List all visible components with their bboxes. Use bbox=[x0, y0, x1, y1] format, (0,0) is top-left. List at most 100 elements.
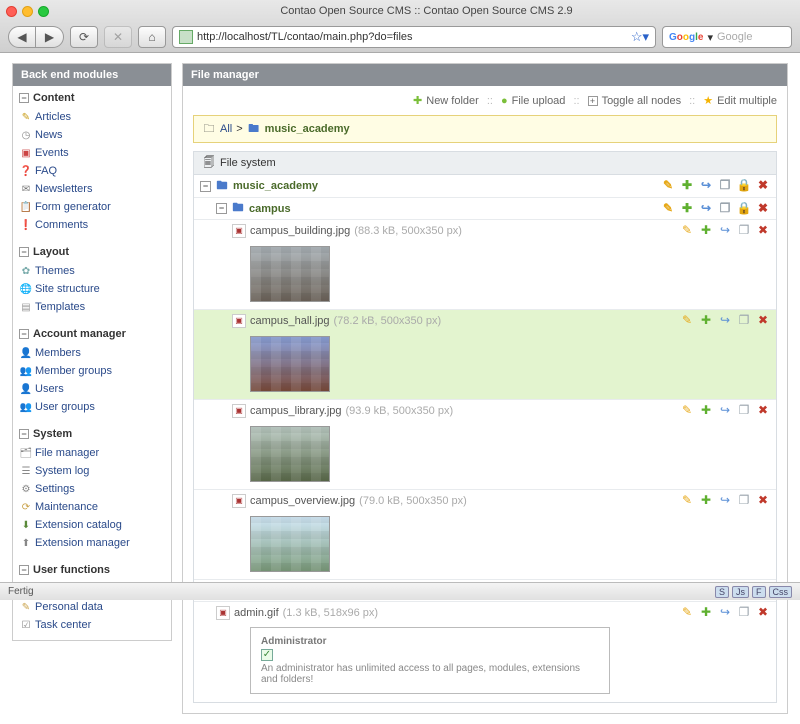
file-name[interactable]: campus_building.jpg bbox=[250, 225, 350, 237]
sidebar-item[interactable]: 📋Form generator bbox=[17, 198, 167, 216]
copy-icon[interactable]: ❐ bbox=[737, 223, 751, 237]
copy-icon[interactable]: ❐ bbox=[718, 178, 732, 192]
copy-icon[interactable]: ❐ bbox=[737, 313, 751, 327]
delete-icon[interactable]: ✖ bbox=[756, 493, 770, 507]
bookmark-icon[interactable]: ☆▾ bbox=[631, 29, 649, 45]
add-icon[interactable]: ✚ bbox=[699, 223, 713, 237]
sidebar-item[interactable]: ☑Task center bbox=[17, 616, 167, 634]
stop-button[interactable]: ✕ bbox=[104, 26, 132, 48]
delete-icon[interactable]: ✖ bbox=[756, 605, 770, 619]
sidebar-item[interactable]: ❗Comments bbox=[17, 216, 167, 234]
collapse-icon[interactable]: − bbox=[19, 93, 29, 103]
sidebar-item[interactable]: ✉Newsletters bbox=[17, 180, 167, 198]
file-name[interactable]: music_academy bbox=[233, 180, 318, 192]
edit-icon[interactable]: ✎ bbox=[661, 178, 675, 192]
move-icon[interactable]: ↪ bbox=[699, 201, 713, 215]
delete-icon[interactable]: ✖ bbox=[756, 403, 770, 417]
thumbnail[interactable] bbox=[250, 426, 330, 482]
sidebar-item[interactable]: ◷News bbox=[17, 126, 167, 144]
edit-icon[interactable]: ✎ bbox=[680, 403, 694, 417]
sidebar-item[interactable]: ✿Themes bbox=[17, 262, 167, 280]
sidebar-item[interactable]: ▤Templates bbox=[17, 298, 167, 316]
copy-icon[interactable]: ❐ bbox=[718, 201, 732, 215]
move-icon[interactable]: ↪ bbox=[699, 178, 713, 192]
toggle-icon[interactable]: − bbox=[216, 203, 227, 214]
collapse-icon[interactable]: − bbox=[19, 247, 29, 257]
copy-icon[interactable]: ❐ bbox=[737, 493, 751, 507]
move-icon[interactable]: ↪ bbox=[718, 313, 732, 327]
sidebar-group[interactable]: −Layout bbox=[13, 240, 171, 262]
sidebar-item[interactable]: 👤Members bbox=[17, 344, 167, 362]
sidebar-item[interactable]: ▣Events bbox=[17, 144, 167, 162]
close-icon[interactable] bbox=[6, 6, 17, 17]
edit-icon[interactable]: ✎ bbox=[680, 223, 694, 237]
sidebar-item[interactable]: 🗂File manager bbox=[17, 444, 167, 462]
copy-icon[interactable]: ❐ bbox=[737, 403, 751, 417]
add-icon[interactable]: ✚ bbox=[680, 201, 694, 215]
collapse-icon[interactable]: − bbox=[19, 565, 29, 575]
sidebar-group[interactable]: −System bbox=[13, 422, 171, 444]
edit-icon[interactable]: ✎ bbox=[680, 605, 694, 619]
sidebar-item[interactable]: 👥Member groups bbox=[17, 362, 167, 380]
action-new-folder[interactable]: ✚New folder bbox=[413, 94, 479, 107]
delete-icon[interactable]: ✖ bbox=[756, 178, 770, 192]
sidebar-item[interactable]: ⬆Extension manager bbox=[17, 534, 167, 552]
sidebar-group[interactable]: −Account manager bbox=[13, 322, 171, 344]
sidebar-group[interactable]: −Content bbox=[13, 86, 171, 108]
search-input[interactable]: Google▾ Google bbox=[662, 26, 792, 48]
status-badge[interactable]: Css bbox=[769, 586, 793, 598]
file-name[interactable]: campus_hall.jpg bbox=[250, 315, 330, 327]
file-name[interactable]: campus_overview.jpg bbox=[250, 495, 355, 507]
status-badge[interactable]: F bbox=[752, 586, 766, 598]
sidebar-item[interactable]: ⟳Maintenance bbox=[17, 498, 167, 516]
home-button[interactable]: ⌂ bbox=[138, 26, 166, 48]
action-file-upload[interactable]: ●File upload bbox=[501, 95, 565, 107]
add-icon[interactable]: ✚ bbox=[699, 313, 713, 327]
thumbnail[interactable] bbox=[250, 516, 330, 572]
protect-icon[interactable]: 🔒 bbox=[737, 178, 751, 192]
reload-button[interactable]: ⟳ bbox=[70, 26, 98, 48]
edit-icon[interactable]: ✎ bbox=[661, 201, 675, 215]
collapse-icon[interactable]: − bbox=[19, 429, 29, 439]
status-badge[interactable]: Js bbox=[732, 586, 749, 598]
file-name[interactable]: admin.gif bbox=[234, 607, 279, 619]
add-icon[interactable]: ✚ bbox=[680, 178, 694, 192]
move-icon[interactable]: ↪ bbox=[718, 223, 732, 237]
url-bar[interactable]: http://localhost/TL/contao/main.php?do=f… bbox=[172, 26, 656, 48]
add-icon[interactable]: ✚ bbox=[699, 403, 713, 417]
minimize-icon[interactable] bbox=[22, 6, 33, 17]
collapse-icon[interactable]: − bbox=[19, 329, 29, 339]
sidebar-item[interactable]: 👤Users bbox=[17, 380, 167, 398]
sidebar-item[interactable]: ✎Personal data bbox=[17, 598, 167, 616]
edit-icon[interactable]: ✎ bbox=[680, 493, 694, 507]
breadcrumb-all[interactable]: All bbox=[220, 123, 232, 135]
sidebar-item[interactable]: ⬇Extension catalog bbox=[17, 516, 167, 534]
thumbnail[interactable] bbox=[250, 336, 330, 392]
zoom-icon[interactable] bbox=[38, 6, 49, 17]
delete-icon[interactable]: ✖ bbox=[756, 313, 770, 327]
add-icon[interactable]: ✚ bbox=[699, 605, 713, 619]
thumbnail[interactable] bbox=[250, 246, 330, 302]
delete-icon[interactable]: ✖ bbox=[756, 201, 770, 215]
sidebar-item[interactable]: 🌐Site structure bbox=[17, 280, 167, 298]
action-toggle-all-nodes[interactable]: +Toggle all nodes bbox=[588, 95, 682, 107]
sidebar-item[interactable]: ❓FAQ bbox=[17, 162, 167, 180]
sidebar-item[interactable]: ✎Articles bbox=[17, 108, 167, 126]
move-icon[interactable]: ↪ bbox=[718, 403, 732, 417]
sidebar-group[interactable]: −User functions bbox=[13, 558, 171, 580]
action-edit-multiple[interactable]: ★Edit multiple bbox=[703, 94, 777, 107]
edit-icon[interactable]: ✎ bbox=[680, 313, 694, 327]
protect-icon[interactable]: 🔒 bbox=[737, 201, 751, 215]
sidebar-item[interactable]: ⚙Settings bbox=[17, 480, 167, 498]
delete-icon[interactable]: ✖ bbox=[756, 223, 770, 237]
move-icon[interactable]: ↪ bbox=[718, 605, 732, 619]
forward-button[interactable]: ▶ bbox=[36, 26, 64, 48]
add-icon[interactable]: ✚ bbox=[699, 493, 713, 507]
toggle-icon[interactable]: − bbox=[200, 181, 211, 192]
back-button[interactable]: ◀ bbox=[8, 26, 36, 48]
status-badge[interactable]: S bbox=[715, 586, 729, 598]
sidebar-item[interactable]: ☰System log bbox=[17, 462, 167, 480]
move-icon[interactable]: ↪ bbox=[718, 493, 732, 507]
file-name[interactable]: campus bbox=[249, 203, 291, 215]
file-name[interactable]: campus_library.jpg bbox=[250, 405, 342, 417]
